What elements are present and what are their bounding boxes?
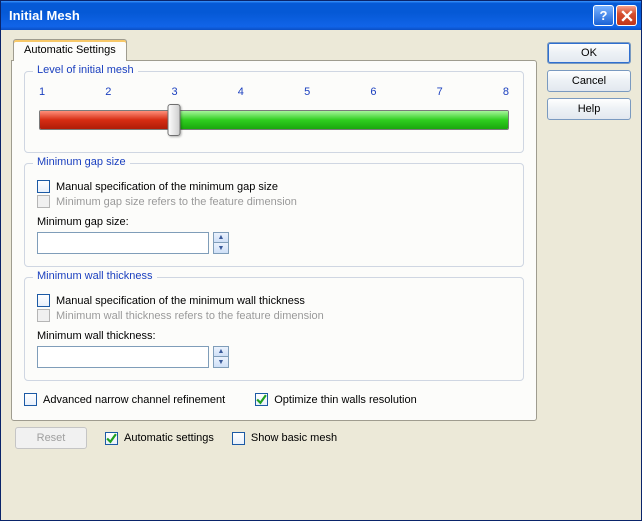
- wall-spin-row: ▲ ▼: [37, 346, 511, 368]
- ok-button[interactable]: OK: [547, 42, 631, 64]
- footer-row: Reset Automatic settings Show basic mesh: [11, 421, 537, 449]
- checkbox-label: Optimize thin walls resolution: [274, 394, 416, 406]
- slider-track: [39, 110, 509, 130]
- group-level: Level of initial mesh 12345678: [24, 71, 524, 153]
- checkbox-label: Show basic mesh: [251, 432, 337, 444]
- button-label: Cancel: [572, 75, 606, 87]
- help-titlebar-button[interactable]: ?: [593, 5, 614, 26]
- mesh-level-slider[interactable]: [37, 100, 511, 140]
- checkbox-label: Manual specification of the minimum wall…: [56, 295, 305, 307]
- button-label: Help: [578, 103, 601, 115]
- group-gap-legend: Minimum gap size: [33, 156, 130, 168]
- slider-thumb[interactable]: [168, 104, 181, 136]
- checkbox-label: Advanced narrow channel refinement: [43, 394, 225, 406]
- slider-tick-label: 7: [437, 86, 443, 98]
- slider-green-zone: [174, 111, 508, 129]
- group-gap: Minimum gap size Manual specification of…: [24, 163, 524, 267]
- bottom-checkbox-row: Advanced narrow channel refinement Optim…: [24, 391, 524, 408]
- gap-field-label: Minimum gap size:: [37, 216, 511, 228]
- slider-tick-label: 3: [172, 86, 178, 98]
- tab-automatic-settings[interactable]: Automatic Settings: [13, 39, 127, 61]
- checkbox-automatic-settings[interactable]: Automatic settings: [105, 432, 214, 445]
- dialog-window: Initial Mesh ? Automatic Settings Level …: [0, 0, 642, 521]
- checkbox-show-basic-mesh[interactable]: Show basic mesh: [232, 432, 337, 445]
- checkbox-optimize-thin-walls[interactable]: Optimize thin walls resolution: [255, 393, 416, 406]
- checkbox-gap-manual[interactable]: Manual specification of the minimum gap …: [37, 180, 511, 193]
- wall-spin-up[interactable]: ▲: [213, 346, 229, 357]
- checkbox-box: [37, 195, 50, 208]
- slider-tick-label: 1: [39, 86, 45, 98]
- wall-field-label: Minimum wall thickness:: [37, 330, 511, 342]
- checkbox-box: [232, 432, 245, 445]
- group-wall: Minimum wall thickness Manual specificat…: [24, 277, 524, 381]
- slider-tick-label: 2: [105, 86, 111, 98]
- gap-spin-buttons: ▲ ▼: [213, 232, 229, 254]
- slider-tick-label: 8: [503, 86, 509, 98]
- check-icon: [106, 433, 117, 444]
- checkbox-box: [24, 393, 37, 406]
- gap-spin-up[interactable]: ▲: [213, 232, 229, 243]
- checkbox-box: [255, 393, 268, 406]
- window-title: Initial Mesh: [9, 8, 591, 23]
- group-wall-legend: Minimum wall thickness: [33, 270, 157, 282]
- tab-page: Level of initial mesh 12345678 Minimu: [11, 60, 537, 421]
- checkbox-box: [37, 309, 50, 322]
- slider-red-zone: [40, 111, 174, 129]
- tab-strip: Automatic Settings: [11, 38, 537, 60]
- wall-thickness-input[interactable]: [37, 346, 209, 368]
- button-label: OK: [581, 47, 597, 59]
- reset-button[interactable]: Reset: [15, 427, 87, 449]
- cancel-button[interactable]: Cancel: [547, 70, 631, 92]
- checkbox-label: Minimum wall thickness refers to the fea…: [56, 310, 324, 322]
- checkbox-box: [37, 180, 50, 193]
- checkbox-label: Manual specification of the minimum gap …: [56, 181, 278, 193]
- checkbox-wall-feature: Minimum wall thickness refers to the fea…: [37, 309, 511, 322]
- gap-spin-down[interactable]: ▼: [213, 243, 229, 254]
- client-area: Automatic Settings Level of initial mesh…: [1, 30, 641, 520]
- checkbox-label: Minimum gap size refers to the feature d…: [56, 196, 297, 208]
- checkbox-gap-feature: Minimum gap size refers to the feature d…: [37, 195, 511, 208]
- slider-ticks: 1 2 3 4 5 6 7 8: [37, 86, 511, 98]
- close-icon: [621, 10, 633, 22]
- close-titlebar-button[interactable]: [616, 5, 637, 26]
- title-bar: Initial Mesh ?: [1, 1, 641, 30]
- checkbox-box: [37, 294, 50, 307]
- help-button[interactable]: Help: [547, 98, 631, 120]
- slider-tick-label: 4: [238, 86, 244, 98]
- wall-spin-down[interactable]: ▼: [213, 357, 229, 368]
- check-icon: [256, 394, 267, 405]
- checkbox-box: [105, 432, 118, 445]
- tab-label: Automatic Settings: [24, 44, 116, 56]
- checkbox-label: Automatic settings: [124, 432, 214, 444]
- checkbox-advanced-narrow[interactable]: Advanced narrow channel refinement: [24, 393, 225, 406]
- gap-spin-row: ▲ ▼: [37, 232, 511, 254]
- right-button-column: OK Cancel Help: [547, 38, 631, 512]
- wall-spin-buttons: ▲ ▼: [213, 346, 229, 368]
- left-column: Automatic Settings Level of initial mesh…: [11, 38, 537, 512]
- gap-size-input[interactable]: [37, 232, 209, 254]
- checkbox-wall-manual[interactable]: Manual specification of the minimum wall…: [37, 294, 511, 307]
- slider-tick-label: 5: [304, 86, 310, 98]
- tab-control: Automatic Settings Level of initial mesh…: [11, 38, 537, 421]
- group-level-legend: Level of initial mesh: [33, 64, 138, 76]
- slider-tick-label: 6: [370, 86, 376, 98]
- button-label: Reset: [37, 432, 66, 444]
